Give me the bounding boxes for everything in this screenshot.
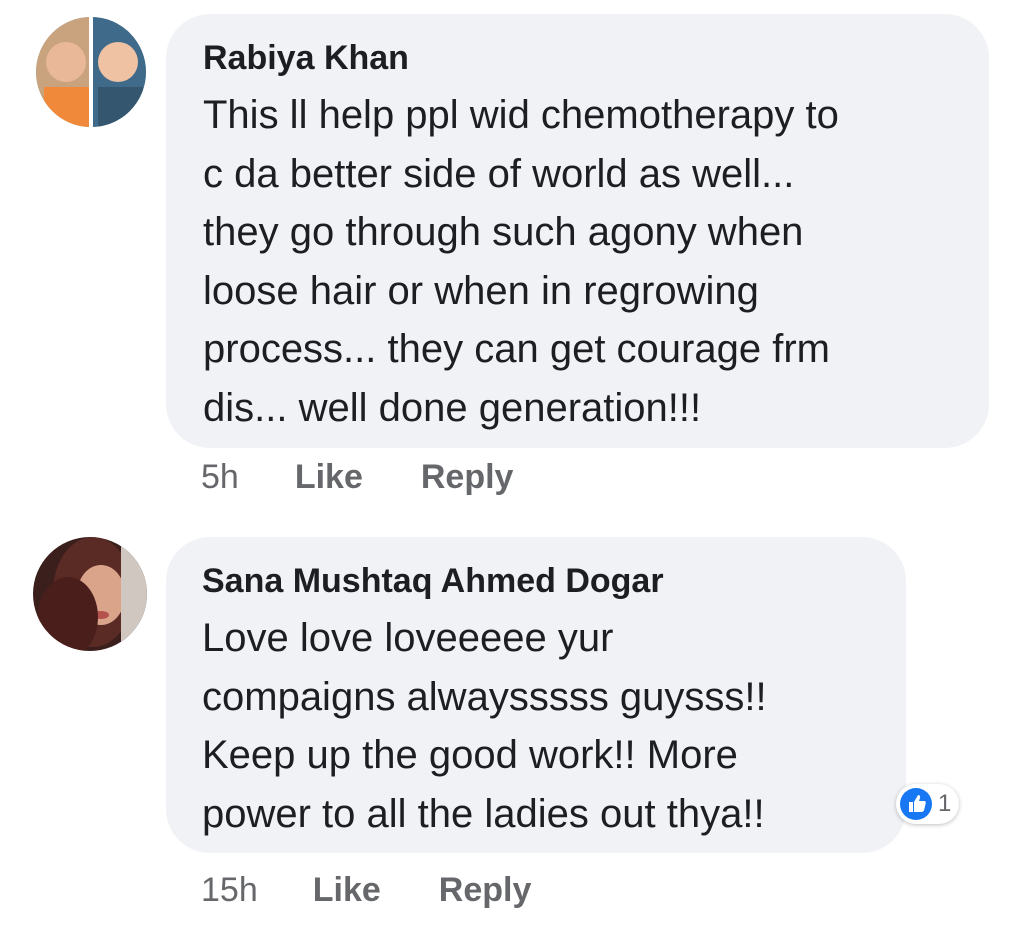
comment-text: Love love loveeeee yur compaigns alwayss…	[202, 616, 767, 836]
reply-button[interactable]: Reply	[421, 458, 514, 497]
comment-actions: 15h Like Reply	[201, 871, 531, 910]
comment-bubble: Rabiya Khan This ll help ppl wid chemoth…	[166, 14, 989, 448]
comment-author[interactable]: Rabiya Khan	[203, 39, 409, 78]
reaction-summary[interactable]: 1	[896, 784, 960, 824]
comment-bubble: Sana Mushtaq Ahmed Dogar Love love lovee…	[166, 537, 906, 853]
comment-timestamp[interactable]: 15h	[201, 871, 258, 910]
like-button[interactable]: Like	[313, 871, 381, 910]
reply-button[interactable]: Reply	[439, 871, 532, 910]
comment-author[interactable]: Sana Mushtaq Ahmed Dogar	[202, 562, 664, 601]
avatar[interactable]	[33, 537, 147, 651]
reaction-count: 1	[938, 790, 952, 817]
comment-text: This ll help ppl wid chemotherapy to c d…	[203, 93, 839, 430]
avatar[interactable]	[36, 17, 146, 127]
like-button[interactable]: Like	[295, 458, 363, 497]
comment-timestamp[interactable]: 5h	[201, 458, 239, 497]
comment-actions: 5h Like Reply	[201, 458, 513, 497]
thumbs-up-icon	[900, 788, 932, 820]
